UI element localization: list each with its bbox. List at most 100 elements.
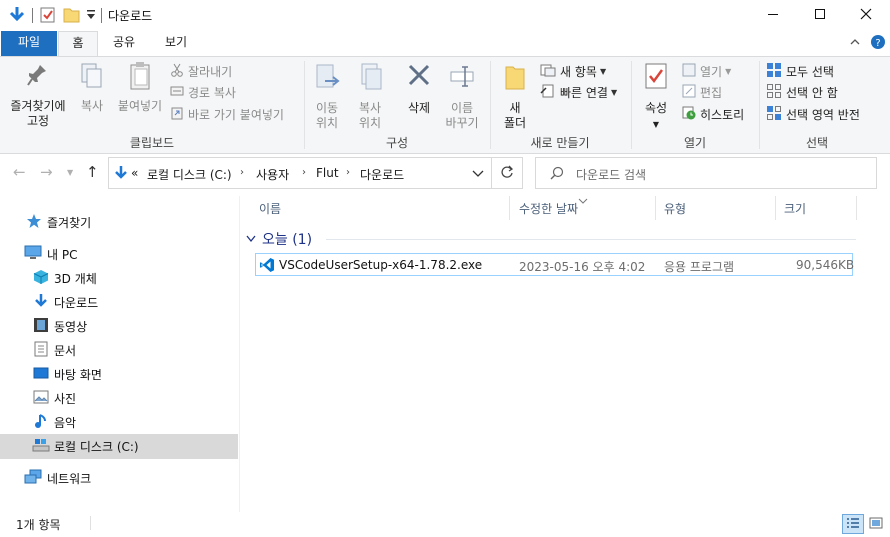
- desktop-icon: [33, 365, 49, 384]
- history-button[interactable]: 히스토리: [682, 104, 744, 124]
- column-divider[interactable]: [655, 196, 656, 220]
- breadcrumb-separator-icon[interactable]: ›: [302, 167, 306, 178]
- open-icon: [682, 63, 696, 80]
- paste-shortcut-button[interactable]: 바로 가기 붙여넣기: [170, 104, 284, 124]
- invert-selection-button[interactable]: 선택 영역 반전: [766, 104, 860, 124]
- paste-button[interactable]: 붙여넣기: [114, 61, 166, 114]
- column-divider[interactable]: [856, 196, 857, 220]
- column-header-modified[interactable]: 수정한 날짜: [519, 200, 578, 217]
- column-header-name[interactable]: 이름: [259, 200, 281, 217]
- new-folder-quick-icon[interactable]: [63, 6, 81, 27]
- nav-pictures-label: 사진: [54, 391, 77, 406]
- copy-path-label: 경로 복사: [188, 85, 236, 100]
- customize-toolbar-icon[interactable]: [86, 9, 96, 24]
- forward-arrow-icon[interactable]: →: [40, 163, 53, 181]
- rename-button[interactable]: 이름 바꾸기: [442, 61, 482, 131]
- move-to-icon: [308, 61, 346, 97]
- select-none-icon: [766, 83, 782, 102]
- nav-3d-objects[interactable]: 3D 개체: [0, 266, 238, 290]
- refresh-button[interactable]: [492, 157, 523, 189]
- nav-music[interactable]: 음악: [0, 410, 238, 434]
- properties-button[interactable]: 속성 ▼: [636, 61, 676, 130]
- new-item-button[interactable]: 새 항목 ▼: [540, 61, 606, 81]
- delete-button[interactable]: 삭제: [400, 61, 438, 116]
- invert-selection-icon: [766, 105, 782, 124]
- cut-button[interactable]: 잘라내기: [170, 61, 232, 81]
- easy-access-label: 빠른 연결: [560, 85, 608, 100]
- nav-videos[interactable]: 동영상: [0, 314, 238, 338]
- table-row[interactable]: VSCodeUserSetup-x64-1.78.2.exe 2023-05-1…: [255, 253, 854, 276]
- delete-label: 삭제: [407, 101, 431, 115]
- download-arrow-icon: [33, 293, 49, 312]
- group-collapse-chevron-icon[interactable]: [246, 231, 256, 247]
- breadcrumb-downloads[interactable]: 다운로드: [360, 166, 404, 183]
- collapse-ribbon-icon[interactable]: [849, 36, 861, 51]
- nav-desktop[interactable]: 바탕 화면: [0, 362, 238, 386]
- nav-quick-access[interactable]: 즐겨찾기: [0, 210, 238, 234]
- svg-text:?: ?: [875, 38, 880, 49]
- move-to-button[interactable]: 이동 위치: [308, 61, 346, 131]
- pin-label: 즐겨찾기에 고정: [10, 99, 66, 128]
- rename-label: 이름 바꾸기: [445, 101, 479, 130]
- nav-network-label: 네트워크: [47, 471, 92, 486]
- nav-documents[interactable]: 문서: [0, 338, 238, 362]
- downloads-folder-icon[interactable]: [8, 6, 26, 27]
- close-button[interactable]: [843, 0, 889, 30]
- select-none-button[interactable]: 선택 안 함: [766, 82, 838, 102]
- properties-quick-icon[interactable]: [40, 6, 56, 27]
- pin-to-quick-access-button[interactable]: 즐겨찾기에 고정: [4, 61, 72, 129]
- minimize-button[interactable]: [750, 0, 796, 30]
- address-bar[interactable]: « 로컬 디스크 (C:) › 사용자 › Flut › 다운로드: [108, 157, 492, 189]
- film-icon: [33, 317, 49, 336]
- copy-path-button[interactable]: 경로 복사: [170, 82, 236, 102]
- tab-share[interactable]: 공유: [104, 31, 144, 56]
- rename-icon: [442, 61, 482, 97]
- back-arrow-icon[interactable]: ←: [13, 163, 26, 181]
- breadcrumb-separator-icon[interactable]: ›: [240, 167, 244, 178]
- breadcrumb-separator-icon[interactable]: ›: [346, 167, 350, 178]
- nav-this-pc[interactable]: 내 PC: [0, 242, 238, 266]
- paste-shortcut-label: 바로 가기 붙여넣기: [188, 107, 284, 122]
- music-note-icon: [34, 413, 48, 432]
- easy-access-button[interactable]: 빠른 연결 ▼: [540, 82, 617, 102]
- help-icon[interactable]: ?: [870, 34, 886, 53]
- nav-pictures[interactable]: 사진: [0, 386, 238, 410]
- copy-to-button[interactable]: 복사 위치: [350, 61, 390, 131]
- breadcrumb-users[interactable]: 사용자: [256, 166, 289, 183]
- nav-downloads-label: 다운로드: [54, 295, 99, 310]
- nav-network[interactable]: 네트워크: [0, 466, 238, 490]
- properties-label: 속성: [644, 101, 668, 115]
- large-icons-view-button[interactable]: [865, 514, 887, 534]
- column-header-type[interactable]: 유형: [664, 200, 686, 217]
- nav-3d-objects-label: 3D 개체: [54, 271, 97, 286]
- details-view-icon: [846, 517, 860, 532]
- tab-view[interactable]: 보기: [156, 31, 196, 56]
- move-to-label: 이동 위치: [315, 101, 339, 130]
- breadcrumb-local-disk[interactable]: 로컬 디스크 (C:): [147, 166, 232, 183]
- breadcrumb-flut[interactable]: Flut: [316, 166, 339, 180]
- search-box[interactable]: 다운로드 검색: [535, 157, 877, 189]
- details-view-button[interactable]: [842, 514, 864, 534]
- tab-file[interactable]: 파일: [1, 31, 57, 56]
- chevron-down-icon: ▼: [610, 87, 618, 97]
- column-header-size[interactable]: 크기: [784, 200, 806, 217]
- edit-button[interactable]: 편집: [682, 82, 722, 102]
- address-dropdown-chevron-icon[interactable]: [472, 168, 484, 182]
- pane-divider[interactable]: [239, 196, 240, 512]
- refresh-icon: [500, 165, 514, 182]
- up-arrow-icon[interactable]: ↑: [86, 163, 99, 181]
- address-overflow[interactable]: «: [131, 166, 138, 180]
- nav-local-disk[interactable]: 로컬 디스크 (C:): [0, 434, 238, 459]
- tab-home[interactable]: 홈: [58, 31, 98, 57]
- copy-button[interactable]: 복사: [74, 61, 110, 114]
- pin-icon: [4, 61, 72, 95]
- file-name[interactable]: VSCodeUserSetup-x64-1.78.2.exe: [279, 258, 482, 272]
- column-divider[interactable]: [775, 196, 776, 220]
- open-button[interactable]: 열기 ▼: [682, 61, 731, 81]
- column-divider[interactable]: [509, 196, 510, 220]
- new-folder-button[interactable]: 새 폴더: [496, 61, 534, 131]
- select-all-button[interactable]: 모두 선택: [766, 61, 834, 81]
- nav-downloads[interactable]: 다운로드: [0, 290, 238, 314]
- maximize-button[interactable]: [797, 0, 843, 30]
- recent-locations-chevron-icon[interactable]: ▼: [67, 168, 73, 177]
